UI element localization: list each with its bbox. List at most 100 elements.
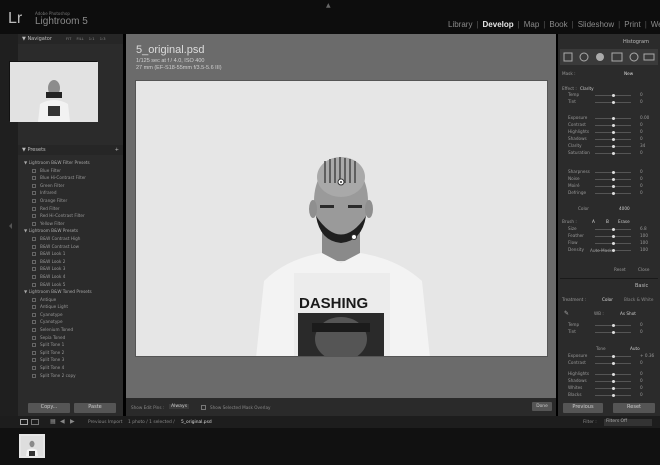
local-sharpness-slider-knob[interactable] xyxy=(612,171,615,174)
basic-title[interactable]: Basic xyxy=(635,283,648,289)
brush-flow-value[interactable]: 100 xyxy=(640,240,648,246)
color-value[interactable]: 4000 xyxy=(619,206,630,211)
grid-view-icon[interactable]: ▦ xyxy=(50,418,56,425)
preset-item[interactable]: Yellow Filter xyxy=(18,220,123,228)
local-clarity-slider-knob[interactable] xyxy=(612,145,615,148)
basic-exposure-value[interactable]: + 0.36 xyxy=(640,353,654,359)
navigator-header[interactable]: ▼ Navigator FIT FILL 1:1 1:3 xyxy=(18,34,123,44)
local-temp-value[interactable]: 0 xyxy=(640,92,643,98)
close-link[interactable]: Close xyxy=(638,267,649,272)
local-noise-value[interactable]: 0 xyxy=(640,176,643,182)
local-moir-value[interactable]: 0 xyxy=(640,183,643,189)
collapse-left-arrow-icon[interactable] xyxy=(9,223,12,229)
module-library[interactable]: Library xyxy=(448,20,472,29)
local-shadows-slider-knob[interactable] xyxy=(612,138,615,141)
main-window-icon[interactable] xyxy=(20,419,28,425)
local-noise-slider-knob[interactable] xyxy=(612,178,615,181)
module-slideshow[interactable]: Slideshow xyxy=(578,20,614,29)
preset-folder[interactable]: ▼ Lightroom B&W Filter Presets xyxy=(18,159,123,167)
show-mask-checkbox[interactable] xyxy=(201,405,206,410)
local-exposure-slider-knob[interactable] xyxy=(612,117,615,120)
basic-tint-slider-knob[interactable] xyxy=(612,331,615,334)
preset-item[interactable]: Orange Filter xyxy=(18,197,123,205)
local-highlights-value[interactable]: 0 xyxy=(640,129,643,135)
zoom-fill[interactable]: FILL xyxy=(76,37,83,41)
basic-blacks-slider-knob[interactable] xyxy=(612,394,615,397)
preset-item[interactable]: Green Filter xyxy=(18,182,123,190)
mask-new[interactable]: New xyxy=(624,71,633,76)
basic-whites-value[interactable]: 0 xyxy=(640,385,643,391)
brush-density-value[interactable]: 100 xyxy=(640,247,648,253)
brush-erase[interactable]: Erase xyxy=(618,219,630,224)
presets-header[interactable]: ▼ Presets + xyxy=(18,145,123,155)
basic-shadows-slider-knob[interactable] xyxy=(612,380,615,383)
local-sharpness-value[interactable]: 0 xyxy=(640,169,643,175)
local-temp-slider-knob[interactable] xyxy=(612,94,615,97)
filmstrip-thumbnail[interactable] xyxy=(19,434,45,458)
basic-temp-value[interactable]: 0 xyxy=(640,322,643,328)
preset-item[interactable]: Antique Light xyxy=(18,303,123,311)
brush-b[interactable]: B xyxy=(606,219,609,224)
done-button[interactable]: Done xyxy=(532,402,552,411)
basic-highlights-slider-knob[interactable] xyxy=(612,373,615,376)
back-arrow-icon[interactable]: ◀ xyxy=(60,418,65,425)
local-highlights-slider-knob[interactable] xyxy=(612,131,615,134)
basic-shadows-value[interactable]: 0 xyxy=(640,378,643,384)
reset-link[interactable]: Reset xyxy=(614,267,626,272)
local-contrast-slider-knob[interactable] xyxy=(612,124,615,127)
add-preset-icon[interactable]: + xyxy=(115,145,119,155)
module-map[interactable]: Map xyxy=(524,20,540,29)
brush-density-slider-knob[interactable] xyxy=(612,249,615,252)
filter-select[interactable]: Filters Off xyxy=(604,419,652,426)
local-saturation-value[interactable]: 0 xyxy=(640,150,643,156)
basic-exposure-slider-knob[interactable] xyxy=(612,355,615,358)
preset-folder[interactable]: ▼ Lightroom B&W Toned Presets xyxy=(18,288,123,296)
preset-item[interactable]: Split Tone 4 xyxy=(18,364,123,372)
preset-item[interactable]: B&W Look 1 xyxy=(18,250,123,258)
treatment-bw[interactable]: Black & White xyxy=(624,297,653,302)
zoom-fit[interactable]: FIT xyxy=(66,37,71,41)
preset-item[interactable]: Red Hi-Contrast Filter xyxy=(18,212,123,220)
effect-select[interactable]: Clarity xyxy=(580,86,594,91)
preset-item[interactable]: B&W Look 2 xyxy=(18,258,123,266)
local-defringe-slider-knob[interactable] xyxy=(612,192,615,195)
preset-item[interactable]: Split Tone 3 xyxy=(18,356,123,364)
zoom-1-1[interactable]: 1:1 xyxy=(89,37,95,41)
preset-item[interactable]: Cyanotype xyxy=(18,318,123,326)
paste-button[interactable]: Paste xyxy=(74,403,116,413)
preset-item[interactable]: Red Filter xyxy=(18,205,123,213)
local-tint-slider-knob[interactable] xyxy=(612,101,615,104)
zoom-1-3[interactable]: 1:3 xyxy=(100,37,106,41)
preset-item[interactable]: B&W Look 5 xyxy=(18,281,123,289)
brush-size-slider-knob[interactable] xyxy=(612,228,615,231)
preset-folder[interactable]: ▼ Lightroom B&W Presets xyxy=(18,227,123,235)
preset-item[interactable]: Blue Hi-Contrast Filter xyxy=(18,174,123,182)
second-window-icon[interactable] xyxy=(31,419,39,425)
basic-temp-slider-knob[interactable] xyxy=(612,324,615,327)
module-develop[interactable]: Develop xyxy=(483,20,514,29)
preset-item[interactable]: Split Tone 1 xyxy=(18,341,123,349)
preset-item[interactable]: Sepia Toned xyxy=(18,334,123,342)
previous-button[interactable]: Previous xyxy=(563,403,603,413)
basic-contrast-slider-knob[interactable] xyxy=(612,362,615,365)
reset-button[interactable]: Reset xyxy=(613,403,655,413)
brush-feather-value[interactable]: 100 xyxy=(640,233,648,239)
brush-flow-slider-knob[interactable] xyxy=(612,242,615,245)
brush-size-value[interactable]: 6.8 xyxy=(640,226,647,232)
module-print[interactable]: Print xyxy=(624,20,640,29)
show-edit-pins-select[interactable]: Always xyxy=(169,404,190,409)
local-contrast-value[interactable]: 0 xyxy=(640,122,643,128)
basic-tint-value[interactable]: 0 xyxy=(640,329,643,335)
preset-item[interactable]: Blue Filter xyxy=(18,167,123,175)
copy-button[interactable]: Copy... xyxy=(28,403,70,413)
filmstrip-filename[interactable]: 5_original.psd xyxy=(181,420,212,425)
local-exposure-value[interactable]: 0.00 xyxy=(640,115,649,121)
preset-item[interactable]: Selenium Toned xyxy=(18,326,123,334)
local-clarity-value[interactable]: 34 xyxy=(640,143,645,149)
collapse-top-arrow-icon[interactable]: ▲ xyxy=(326,2,331,9)
brush-a[interactable]: A xyxy=(592,219,595,224)
brush-feather-slider-knob[interactable] xyxy=(612,235,615,238)
histogram-title[interactable]: Histogram xyxy=(623,39,649,45)
navigator-preview[interactable] xyxy=(9,61,98,122)
eyedropper-icon[interactable]: ✎ xyxy=(564,310,569,317)
